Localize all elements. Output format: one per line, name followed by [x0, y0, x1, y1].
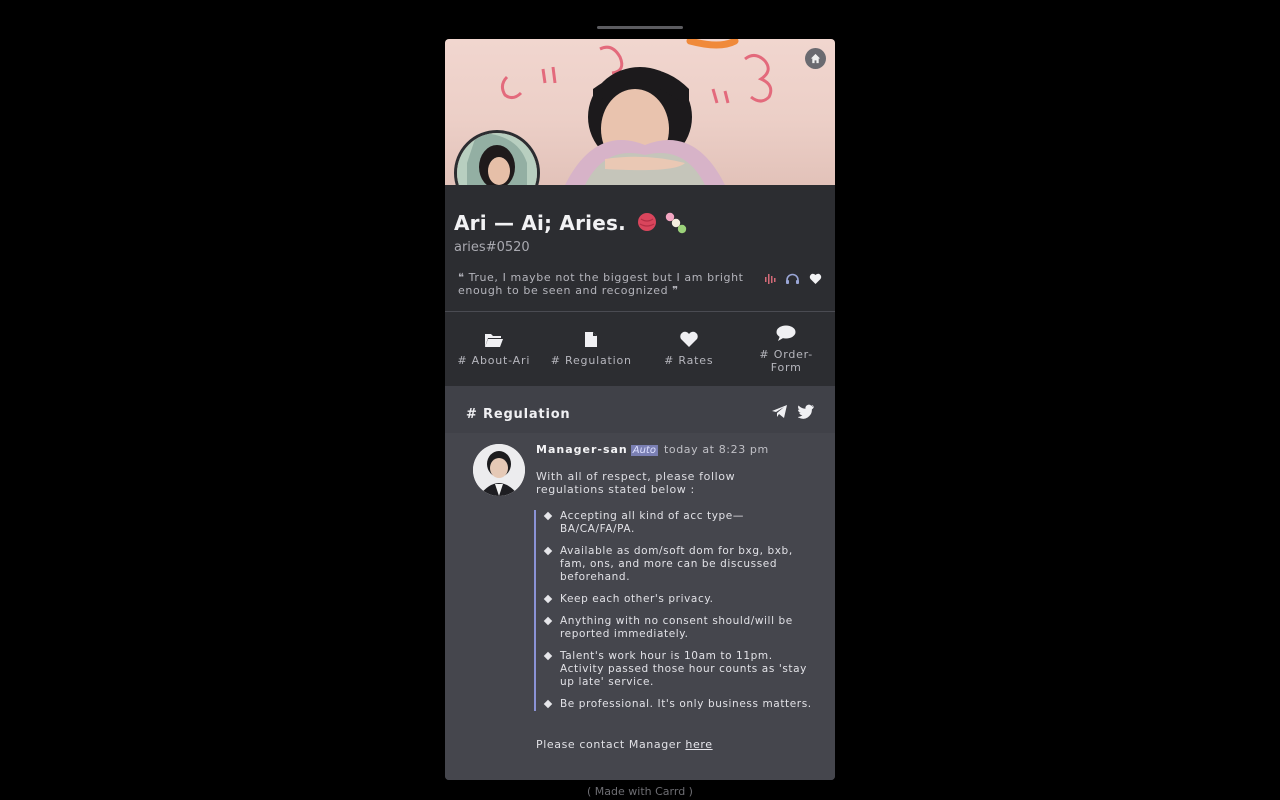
diamond-bullet-icon [543, 594, 553, 604]
list-item: Available as dom/soft dom for bxg, bxb, … [536, 545, 816, 584]
heart-icon [680, 331, 698, 347]
nav-item-label: # Rates [664, 354, 714, 367]
diamond-bullet-icon [543, 546, 553, 556]
auto-badge: Auto [630, 445, 658, 456]
nav-item-label: # Order-Form [759, 347, 814, 374]
list-item: Be professional. It's only business matt… [536, 698, 816, 711]
nav-item-label: # About-Ari [457, 353, 531, 367]
author-avatar [473, 444, 525, 496]
nav-item-label: # Regulation [550, 354, 632, 367]
social-icons [771, 404, 815, 419]
telegram-icon[interactable] [771, 404, 788, 419]
yarn-dango-emoji-icon [638, 212, 687, 234]
list-item: Keep each other's privacy. [536, 593, 816, 606]
top-handle-bar [597, 26, 683, 29]
message-timestamp: today at 8:23 pm [663, 443, 769, 456]
diamond-bullet-icon [543, 511, 553, 521]
twitter-icon[interactable] [798, 404, 815, 419]
message-area: Manager-san Auto today at 8:23 pm With all… [445, 433, 835, 780]
nav-item-about-ari[interactable]: # About-Ari [445, 312, 543, 386]
contact-prefix: Please contact Manager [536, 738, 682, 751]
author-name: Manager-san [536, 443, 628, 456]
nav-item-order-form[interactable]: # Order-Form [738, 312, 836, 386]
contact-here-link[interactable]: here [685, 738, 712, 751]
nav-item-regulation[interactable]: # Regulation [543, 312, 641, 386]
home-icon [810, 53, 821, 64]
home-button[interactable] [805, 48, 826, 69]
profile-mini-icons [764, 273, 822, 285]
profile-handle: aries#0520 [454, 240, 530, 255]
file-icon [585, 332, 598, 347]
comment-icon [776, 325, 796, 341]
soundwave-icon [765, 274, 776, 284]
folder-open-icon [484, 333, 503, 347]
rules-list: Accepting all kind of acc type—BA/CA/FA/… [534, 510, 816, 711]
section-title: # Regulation [466, 407, 571, 422]
author-photo [473, 444, 525, 496]
diamond-bullet-icon [543, 651, 553, 661]
section-header: # Regulation [445, 386, 835, 433]
diamond-bullet-icon [543, 616, 553, 626]
profile-header: Ari — Ai; Aries. aries#0520 ❝ True, I ma… [445, 185, 835, 311]
profile-name: Ari — Ai; Aries. [454, 210, 689, 235]
made-with-carrd[interactable]: ( Made with Carrd ) [0, 785, 1280, 798]
message-text: With all of respect, please follow regul… [536, 470, 736, 496]
list-item: Accepting all kind of acc type—BA/CA/FA/… [536, 510, 816, 536]
section-nav: # About-Ari # Regulation # Rates # Order… [445, 312, 835, 386]
heart-icon [809, 273, 822, 284]
profile-card: Ari — Ai; Aries. aries#0520 ❝ True, I ma… [445, 39, 835, 780]
contact-line: Please contact Manager here [536, 738, 713, 751]
profile-quote: ❝ True, I maybe not the biggest but I am… [458, 271, 744, 297]
list-item: Talent's work hour is 10am to 11pm. Acti… [536, 650, 816, 689]
list-item: Anything with no consent should/will be … [536, 615, 816, 641]
headphones-icon [786, 273, 799, 284]
message-header: Manager-san Auto today at 8:23 pm [536, 443, 769, 456]
nav-item-rates[interactable]: # Rates [640, 312, 738, 386]
regulation-section: # Regulation Manager-san Auto today at 8… [445, 386, 835, 780]
diamond-bullet-icon [543, 699, 553, 709]
